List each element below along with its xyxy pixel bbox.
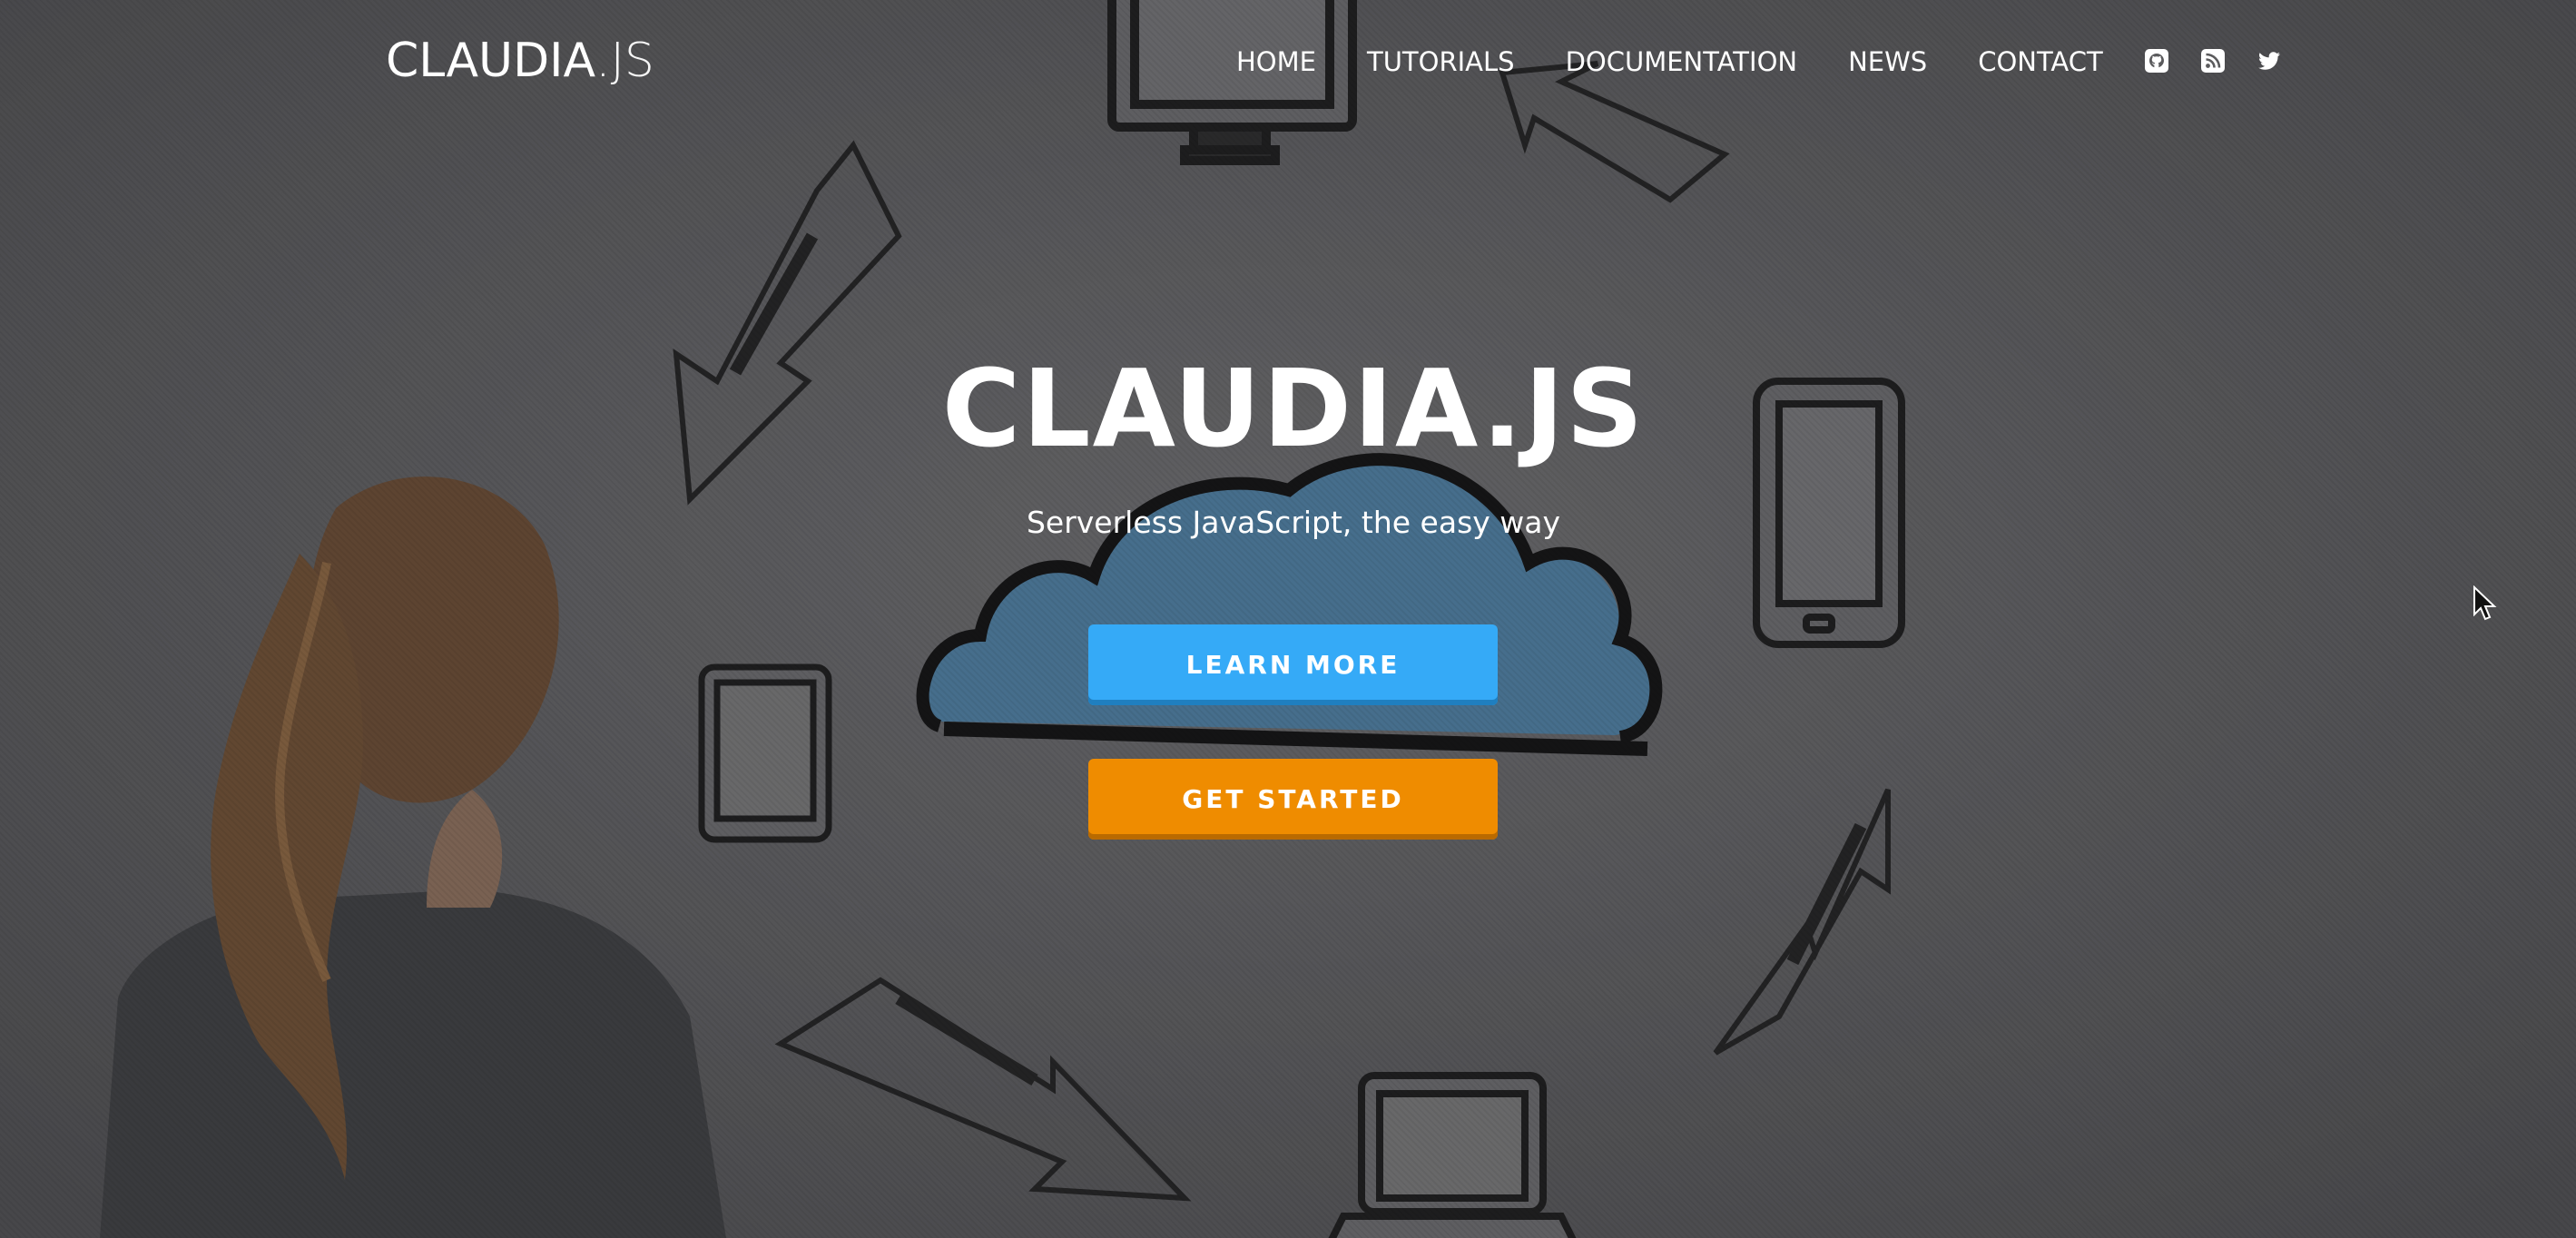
brand-suffix: .JS xyxy=(595,34,654,88)
nav-link-documentation[interactable]: DOCUMENTATION xyxy=(1566,42,1798,82)
brand-name: CLAUDIA xyxy=(386,34,596,88)
top-navbar: CLAUDIA.JS HOME TUTORIALS DOCUMENTATION … xyxy=(0,0,2576,123)
nav-links: HOME TUTORIALS DOCUMENTATION NEWS CONTAC… xyxy=(1236,42,2154,82)
background-overlay xyxy=(0,0,2576,1238)
github-link[interactable] xyxy=(2144,48,2169,78)
twitter-icon xyxy=(2258,52,2280,70)
social-icons xyxy=(2144,48,2282,78)
github-icon xyxy=(2145,49,2168,73)
nav-link-home[interactable]: HOME xyxy=(1236,42,1316,82)
nav-link-news[interactable]: NEWS xyxy=(1848,42,1927,82)
mouse-cursor-icon xyxy=(2473,585,2497,621)
brand-logo-link[interactable]: CLAUDIA.JS xyxy=(386,30,654,92)
rss-icon xyxy=(2201,49,2225,73)
rss-link[interactable] xyxy=(2200,48,2226,78)
hero-subtitle: Serverless JavaScript, the easy way xyxy=(1026,505,1561,540)
twitter-link[interactable] xyxy=(2256,48,2282,78)
page: CLAUDIA.JS HOME TUTORIALS DOCUMENTATION … xyxy=(0,0,2576,1238)
hero-title: CLAUDIA.JS xyxy=(941,346,1646,471)
nav-link-tutorials[interactable]: TUTORIALS xyxy=(1367,42,1515,82)
nav-link-contact[interactable]: CONTACT xyxy=(1978,42,2103,82)
get-started-button[interactable]: GET STARTED xyxy=(1088,759,1498,840)
learn-more-button[interactable]: LEARN MORE xyxy=(1088,624,1498,705)
